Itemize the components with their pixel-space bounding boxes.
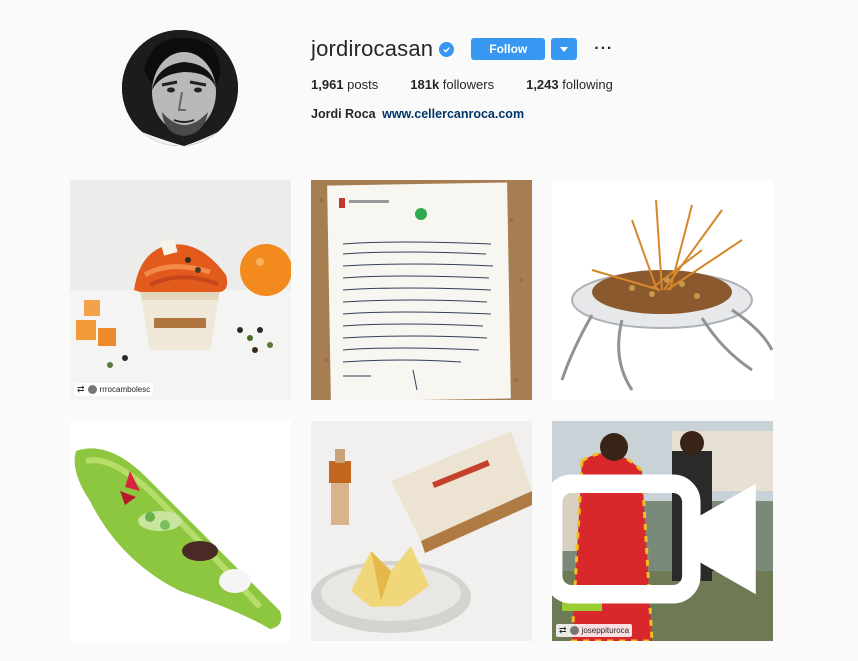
post-image	[552, 180, 773, 400]
repost-avatar	[569, 626, 579, 635]
username: jordirocasan	[311, 36, 434, 61]
post-thumbnail[interactable]	[311, 180, 532, 400]
username-row: jordirocasan Follow ···	[311, 36, 613, 62]
profile-avatar[interactable]	[122, 30, 238, 146]
repost-icon: ⇄	[77, 384, 85, 394]
post-image	[70, 421, 291, 641]
video-camera-icon	[552, 474, 756, 604]
suggestions-dropdown-button[interactable]	[551, 38, 578, 60]
post-image	[311, 180, 532, 400]
repost-username: joseppituroca	[581, 626, 630, 635]
post-thumbnail[interactable]	[311, 421, 532, 641]
stat-posts: 1,961 posts	[311, 77, 379, 92]
bio-full-name: Jordi Roca	[311, 107, 376, 121]
more-options-button[interactable]: ···	[594, 41, 613, 57]
post-image	[311, 421, 532, 641]
repost-credit: ⇄ rrrocambolesc	[74, 383, 154, 396]
profile-header: jordirocasan Follow ··· 1,961 posts 181k…	[0, 0, 858, 170]
post-thumbnail[interactable]	[70, 421, 291, 641]
stat-followers[interactable]: 181k followers	[410, 77, 494, 92]
avatar-photo	[122, 30, 238, 146]
profile-bio: Jordi Roca www.cellercanroca.com	[311, 107, 524, 121]
follow-button[interactable]: Follow	[471, 38, 546, 60]
caret-down-icon	[560, 46, 569, 52]
repost-icon: ⇄	[559, 625, 567, 635]
post-thumbnail[interactable]	[552, 180, 773, 400]
repost-credit: ⇄ joseppituroca	[556, 624, 633, 637]
repost-avatar	[87, 385, 97, 394]
bio-website-link[interactable]: www.cellercanroca.com	[382, 107, 524, 121]
post-thumbnail[interactable]: ⇄ rrrocambolesc	[70, 180, 291, 400]
post-thumbnail[interactable]: ⇄ joseppituroca	[552, 421, 773, 641]
profile-stats: 1,961 posts 181k followers 1,243 followi…	[311, 77, 645, 92]
stat-following[interactable]: 1,243 following	[526, 77, 613, 92]
post-image	[70, 180, 291, 400]
repost-username: rrrocambolesc	[99, 385, 151, 394]
verified-badge-icon	[439, 41, 455, 57]
